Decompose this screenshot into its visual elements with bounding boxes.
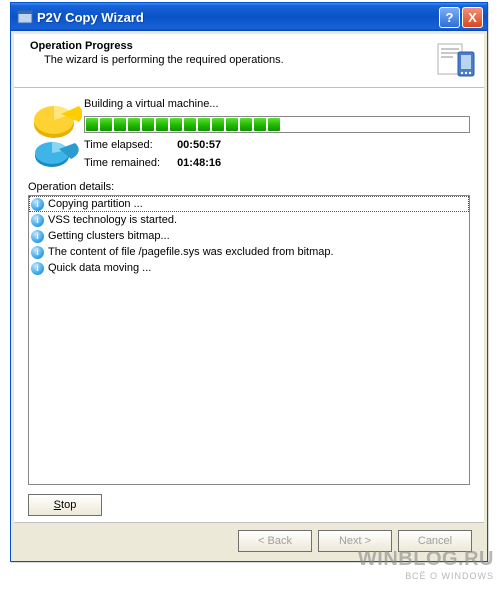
time-remained-label: Time remained: <box>84 157 174 169</box>
details-listbox[interactable]: i Copying partition ... i VSS technology… <box>28 195 470 485</box>
info-icon: i <box>31 198 44 211</box>
pie-chart-icon <box>28 98 82 168</box>
wizard-content: Operation Progress The wizard is perform… <box>14 34 484 558</box>
status-text: Building a virtual machine... <box>84 98 470 110</box>
watermark-line2: ВСЁ О WINDOWS <box>358 571 494 581</box>
list-item[interactable]: i Quick data moving ... <box>29 260 469 276</box>
progress-section: Building a virtual machine... Time elaps… <box>28 98 470 169</box>
list-item[interactable]: i The content of file /pagefile.sys was … <box>29 244 469 260</box>
list-item-text: VSS technology is started. <box>48 214 177 226</box>
details-label: Operation details: <box>28 181 470 193</box>
wizard-body: Building a virtual machine... Time elaps… <box>14 88 484 485</box>
stop-button-rest: top <box>61 499 76 511</box>
help-button[interactable]: ? <box>439 7 460 28</box>
cancel-button: Cancel <box>398 530 472 552</box>
info-icon: i <box>31 246 44 259</box>
wizard-header: Operation Progress The wizard is perform… <box>14 34 484 88</box>
close-button[interactable]: X <box>462 7 483 28</box>
list-item-text: Quick data moving ... <box>48 262 151 274</box>
window-title: P2V Copy Wizard <box>37 10 437 25</box>
stop-button[interactable]: Stop <box>28 494 102 516</box>
list-item-text: The content of file /pagefile.sys was ex… <box>48 246 334 258</box>
list-item[interactable]: i VSS technology is started. <box>29 212 469 228</box>
header-icon <box>434 38 478 82</box>
page-title: Operation Progress <box>30 40 474 52</box>
time-remained-row: Time remained: 01:48:16 <box>84 157 470 169</box>
list-item[interactable]: i Getting clusters bitmap... <box>29 228 469 244</box>
progress-bar <box>84 116 470 133</box>
list-item[interactable]: i Copying partition ... <box>29 196 469 212</box>
app-icon <box>17 9 33 25</box>
back-button: < Back <box>238 530 312 552</box>
next-button: Next > <box>318 530 392 552</box>
time-remained-value: 01:48:16 <box>177 157 221 169</box>
page-subtitle: The wizard is performing the required op… <box>44 54 474 66</box>
wizard-footer: < Back Next > Cancel <box>14 522 484 558</box>
list-item-text: Getting clusters bitmap... <box>48 230 170 242</box>
titlebar[interactable]: P2V Copy Wizard ? X <box>11 3 487 31</box>
info-icon: i <box>31 214 44 227</box>
time-elapsed-value: 00:50:57 <box>177 139 221 151</box>
list-item-text: Copying partition ... <box>48 198 143 210</box>
time-elapsed-label: Time elapsed: <box>84 139 174 151</box>
wizard-window: P2V Copy Wizard ? X Operation Progress T… <box>10 2 488 562</box>
time-elapsed-row: Time elapsed: 00:50:57 <box>84 139 470 151</box>
info-icon: i <box>31 262 44 275</box>
info-icon: i <box>31 230 44 243</box>
